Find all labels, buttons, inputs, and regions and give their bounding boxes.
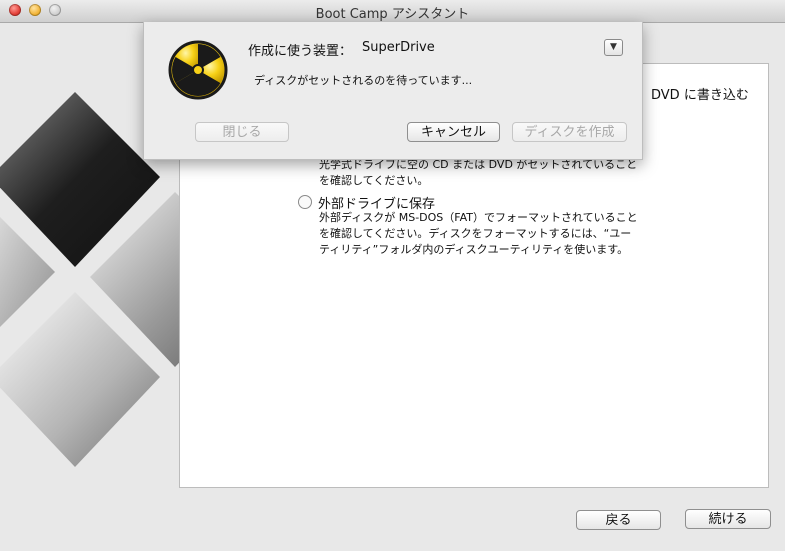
close-button[interactable]: 閉じる <box>195 122 289 142</box>
device-label: 作成に使う装置： <box>248 44 353 59</box>
title-bar: Boot Camp アシスタント <box>0 0 785 23</box>
device-dropdown-icon[interactable]: ▼ <box>604 39 623 56</box>
partial-instruction-text: DVD に書き込む <box>651 88 749 103</box>
back-button[interactable]: 戻る <box>576 510 661 530</box>
burn-icon <box>168 40 228 100</box>
continue-button[interactable]: 続ける <box>685 509 771 529</box>
external-drive-desc-line3: ティリティ”フォルダ内のディスクユーティリティを使います。 <box>319 243 629 256</box>
external-drive-desc-line2: を確認してください。ディスクをフォーマットするには、“ユー <box>319 227 632 240</box>
burn-disc-sheet: 作成に使う装置： SuperDrive ▼ ディスクがセットされるのを待っていま… <box>143 22 643 160</box>
cancel-button[interactable]: キャンセル <box>407 122 500 142</box>
window-title: Boot Camp アシスタント <box>315 7 470 22</box>
external-drive-radio[interactable] <box>298 195 312 209</box>
create-disc-button[interactable]: ディスクを作成 <box>512 122 627 142</box>
external-drive-desc-line1: 外部ディスクが MS-DOS（FAT）でフォーマットされていること <box>319 211 638 224</box>
boot-camp-window: Boot Camp アシスタント DVD に書き込む 光学式ドライブに空の CD… <box>0 0 785 551</box>
cd-option-desc-line2: を確認してください。 <box>319 174 429 187</box>
device-value: SuperDrive <box>362 40 435 55</box>
sheet-status-text: ディスクがセットされるのを待っています... <box>254 74 473 87</box>
